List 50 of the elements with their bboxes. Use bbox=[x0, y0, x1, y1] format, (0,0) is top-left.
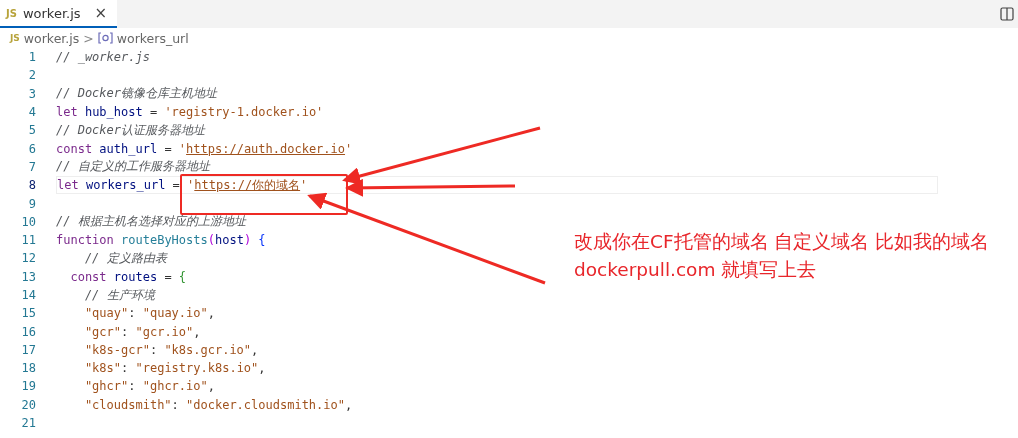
line-number: 1 bbox=[27, 50, 37, 65]
line-number: 2 bbox=[27, 68, 37, 83]
tab-label: worker.js bbox=[22, 5, 81, 21]
line-number: 19 bbox=[20, 379, 37, 394]
line-number: 4 bbox=[27, 105, 37, 120]
code-line: // 根据主机名选择对应的上游地址 bbox=[56, 213, 246, 231]
code-line: "ghcr": "ghcr.io", bbox=[83, 379, 215, 394]
line-number: 16 bbox=[20, 324, 37, 339]
code-line: // Docker认证服务器地址 bbox=[56, 121, 206, 139]
line-number: 21 bbox=[20, 416, 37, 431]
line-number: 18 bbox=[20, 361, 37, 376]
line-number: 8 bbox=[27, 178, 37, 193]
line-number: 6 bbox=[27, 141, 37, 156]
code-line: "k8s": "registry.k8s.io", bbox=[83, 361, 266, 376]
code-line: const auth_url = 'https://auth.docker.io' bbox=[56, 141, 353, 156]
breadcrumb-item[interactable]: workers_url bbox=[116, 30, 189, 46]
code-line: // 生产环境 bbox=[83, 286, 155, 304]
code-line: // 定义路由表 bbox=[83, 249, 167, 267]
line-number: 3 bbox=[27, 86, 37, 101]
line-number: 12 bbox=[20, 251, 37, 266]
annotation-text: 改成你在CF托管的域名 自定义域名 比如我的域名dockerpull.com 就填写上去 bbox=[574, 230, 991, 282]
breadcrumb-separator: > bbox=[83, 30, 94, 46]
line-number: 9 bbox=[27, 196, 37, 211]
code-line: function routeByHosts(host) { bbox=[56, 233, 266, 248]
line-number: 11 bbox=[20, 233, 37, 248]
line-number: 7 bbox=[27, 159, 37, 174]
line-number: 17 bbox=[20, 342, 37, 357]
breadcrumb-item[interactable]: worker.js bbox=[23, 30, 80, 46]
javascript-file-icon: JS bbox=[10, 33, 20, 43]
javascript-file-icon: JS bbox=[6, 7, 17, 19]
editor-tab[interactable]: JS worker.js × bbox=[0, 0, 118, 28]
code-line: let hub_host = 'registry-1.docker.io' bbox=[56, 105, 324, 120]
line-number: 14 bbox=[20, 288, 37, 302]
line-number: 10 bbox=[20, 214, 37, 229]
code-line: "k8s-gcr": "k8s.gcr.io", bbox=[83, 342, 259, 357]
line-number: 13 bbox=[20, 269, 37, 284]
code-line: // Docker镜像仓库主机地址 bbox=[56, 85, 218, 103]
variable-icon bbox=[97, 32, 113, 44]
close-icon[interactable]: × bbox=[94, 4, 108, 22]
code-line: let workers_url = 'https://你的域名' bbox=[57, 176, 308, 194]
line-number: 15 bbox=[20, 306, 37, 321]
code-line: // _worker.js bbox=[56, 50, 150, 65]
line-number: 20 bbox=[20, 397, 37, 412]
code-line: "quay": "quay.io", bbox=[83, 306, 215, 321]
split-editor-icon[interactable] bbox=[1000, 7, 1014, 21]
code-line: "cloudsmith": "docker.cloudsmith.io", bbox=[83, 397, 353, 412]
line-number: 5 bbox=[27, 123, 37, 138]
code-line: const routes = { bbox=[69, 269, 187, 284]
code-line: // 自定义的工作服务器地址 bbox=[56, 158, 210, 176]
code-line: "gcr": "gcr.io", bbox=[83, 324, 201, 339]
